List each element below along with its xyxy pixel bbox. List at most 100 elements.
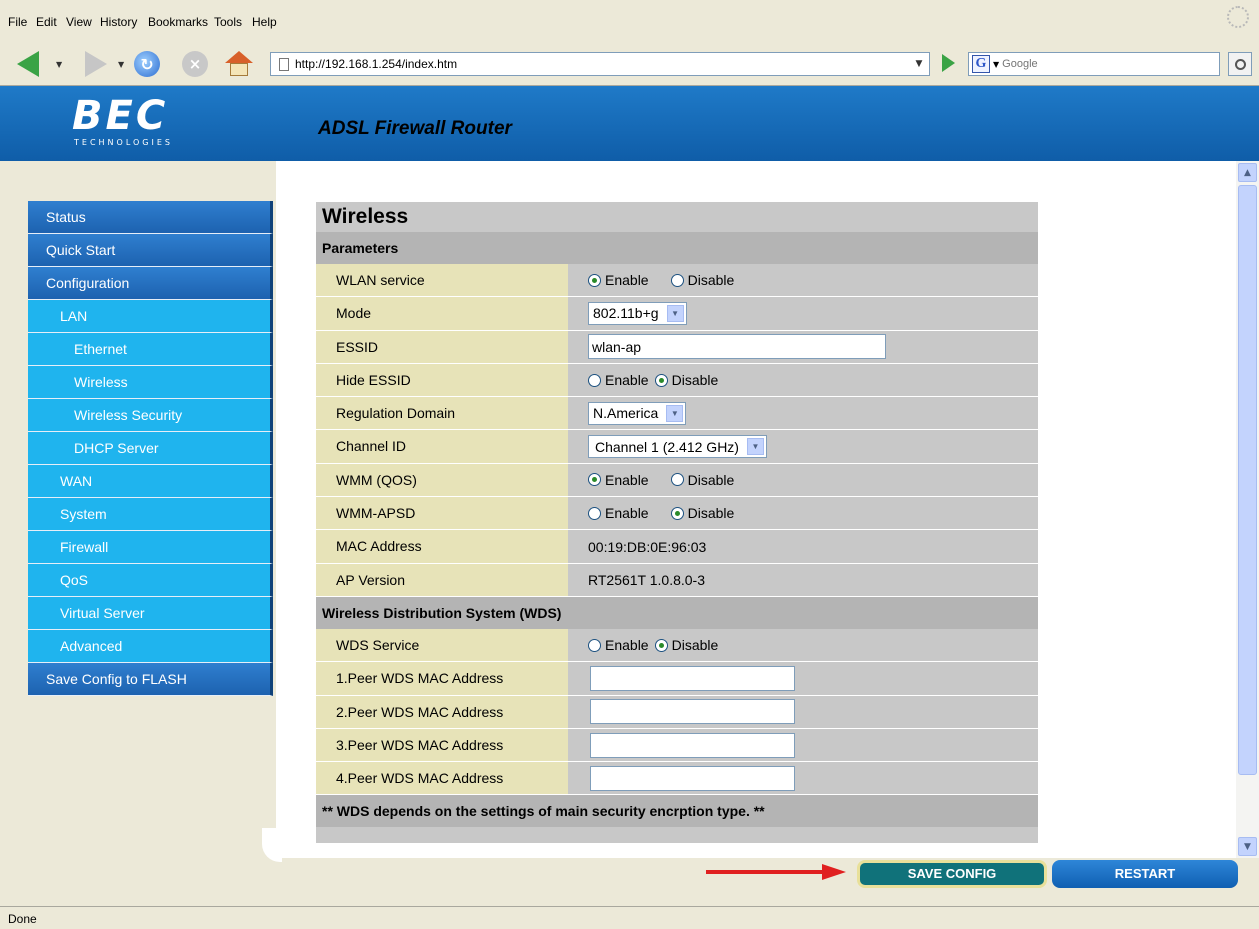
channel-id-select[interactable]: Channel 1 (2.412 GHz) ▼: [588, 435, 767, 459]
wmm-apsd-disable-radio[interactable]: Disable: [670, 505, 734, 521]
sidebar-item-save-config-flash[interactable]: Save Config to FLASH: [28, 663, 273, 696]
throbber-icon: [1227, 6, 1249, 28]
back-button[interactable]: [10, 50, 46, 78]
chevron-down-icon[interactable]: ▼: [746, 438, 764, 456]
search-input[interactable]: [1002, 58, 1219, 70]
reload-button[interactable]: ↻: [130, 50, 164, 78]
product-title: ADSL Firewall Router: [318, 118, 512, 139]
sidebar-item-dhcp-server[interactable]: DHCP Server: [28, 432, 273, 465]
peer-wds-1-input[interactable]: [590, 665, 795, 691]
sidebar-item-status[interactable]: Status: [28, 201, 273, 234]
radio-label: Enable: [605, 272, 649, 289]
search-button[interactable]: [1228, 52, 1252, 76]
peer-wds-4-input[interactable]: [590, 765, 795, 791]
engine-dropdown-icon[interactable]: ▼: [993, 60, 999, 69]
menu-file[interactable]: File: [8, 15, 27, 29]
address-bar[interactable]: ▼: [270, 52, 930, 76]
sidebar-item-virtual-server[interactable]: Virtual Server: [28, 597, 273, 630]
regulation-domain-select[interactable]: N.America ▼: [588, 401, 687, 425]
radio-checked-icon: [670, 506, 684, 520]
sidebar-item-system[interactable]: System: [28, 498, 273, 531]
back-history-dropdown-icon[interactable]: ▼: [56, 60, 62, 69]
mode-select[interactable]: 802.11b+g ▼: [588, 301, 687, 325]
browser-navbar: ▼ ▼ ↻ × ▼ G ▼: [0, 40, 1259, 86]
peer-wds-row: 2.Peer WDS MAC Address: [316, 695, 1038, 729]
stop-button[interactable]: ×: [178, 50, 212, 78]
scroll-down-icon[interactable]: ▼: [1238, 837, 1257, 856]
menu-edit[interactable]: Edit: [36, 15, 57, 29]
sidebar-item-wireless[interactable]: Wireless: [28, 366, 273, 399]
browser-statusbar: Done: [0, 906, 1259, 929]
sidebar-item-wan[interactable]: WAN: [28, 465, 273, 498]
peer-wds-2-input[interactable]: [590, 699, 795, 725]
search-box[interactable]: G ▼: [968, 52, 1220, 76]
wds-note: ** WDS depends on the settings of main s…: [316, 795, 1038, 828]
peer-wds-3-input[interactable]: [590, 732, 795, 758]
wmm-apsd-enable-radio[interactable]: Enable: [588, 505, 649, 521]
sidebar-item-advanced[interactable]: Advanced: [28, 630, 273, 663]
menu-help[interactable]: Help: [252, 15, 277, 29]
sidebar-item-firewall[interactable]: Firewall: [28, 531, 273, 564]
radio-checked-icon: [654, 638, 668, 652]
wmm-enable-radio[interactable]: Enable: [588, 472, 649, 488]
peer-wds-3-label: 3.Peer WDS MAC Address: [316, 728, 568, 763]
menu-tools[interactable]: Tools: [214, 15, 242, 29]
regulation-domain-label: Regulation Domain: [316, 397, 568, 431]
stop-icon: ×: [182, 51, 208, 77]
menu-bookmarks[interactable]: Bookmarks: [148, 15, 208, 29]
home-icon: [225, 51, 253, 77]
chevron-down-icon[interactable]: ▼: [666, 404, 684, 422]
browser-menubar: File Edit View History Bookmarks Tools H…: [0, 0, 1259, 40]
page-icon: [279, 57, 289, 71]
bec-logo: BEC: [72, 93, 169, 139]
restart-button[interactable]: RESTART: [1052, 860, 1238, 888]
scrollbar-thumb[interactable]: [1238, 185, 1257, 775]
reload-icon: ↻: [134, 51, 160, 77]
radio-label: Enable: [605, 637, 649, 654]
channel-id-row: Channel ID Channel 1 (2.412 GHz) ▼: [316, 430, 1038, 464]
radio-checked-icon: [588, 473, 601, 487]
wds-service-label: WDS Service: [316, 628, 568, 663]
status-text: Done: [8, 912, 37, 926]
sidebar-item-configuration[interactable]: Configuration: [28, 267, 273, 300]
peer-wds-4-label: 4.Peer WDS MAC Address: [316, 762, 568, 796]
hide-essid-enable-radio[interactable]: Enable: [588, 372, 649, 388]
regulation-domain-value: N.America: [593, 405, 659, 422]
go-icon[interactable]: [942, 54, 955, 72]
peer-wds-1-label: 1.Peer WDS MAC Address: [316, 662, 568, 696]
page-title: Wireless: [316, 202, 1038, 232]
mode-row: Mode 802.11b+g ▼: [316, 297, 1038, 331]
sidebar-item-wireless-security[interactable]: Wireless Security: [28, 399, 273, 432]
forward-history-dropdown-icon[interactable]: ▼: [118, 60, 124, 69]
sidebar-item-ethernet[interactable]: Ethernet: [28, 333, 273, 366]
wlan-service-disable-radio[interactable]: Disable: [670, 272, 734, 288]
home-button[interactable]: [222, 50, 256, 78]
forward-button[interactable]: [78, 50, 114, 78]
url-input[interactable]: [295, 57, 909, 71]
url-history-dropdown-icon[interactable]: ▼: [909, 59, 929, 69]
sidebar-nav: Status Quick Start Configuration LAN Eth…: [28, 201, 273, 696]
wmm-row: WMM (QOS) Enable Disable: [316, 463, 1038, 498]
sidebar-item-qos[interactable]: QoS: [28, 564, 273, 597]
essid-row: ESSID: [316, 330, 1038, 364]
router-header: BEC TECHNOLOGIES ADSL Firewall Router: [0, 86, 1259, 161]
sidebar-item-lan[interactable]: LAN: [28, 300, 273, 333]
vertical-scrollbar[interactable]: ▲ ▼: [1236, 161, 1259, 858]
wmm-disable-radio[interactable]: Disable: [670, 472, 734, 488]
save-config-button[interactable]: SAVE CONFIG: [857, 860, 1047, 888]
essid-input[interactable]: [588, 334, 886, 360]
scroll-up-icon[interactable]: ▲: [1238, 163, 1257, 182]
wlan-service-enable-radio[interactable]: Enable: [588, 272, 649, 288]
peer-wds-row: 3.Peer WDS MAC Address: [316, 728, 1038, 763]
wds-service-disable-radio[interactable]: Disable: [654, 637, 718, 653]
radio-label: Enable: [605, 471, 649, 488]
sidebar-item-quick-start[interactable]: Quick Start: [28, 234, 273, 267]
google-engine-icon[interactable]: G: [972, 55, 990, 73]
chevron-down-icon[interactable]: ▼: [666, 304, 684, 322]
hide-essid-disable-radio[interactable]: Disable: [654, 372, 718, 388]
bec-logo-subtitle: TECHNOLOGIES: [74, 138, 173, 147]
menu-view[interactable]: View: [66, 15, 92, 29]
hide-essid-row: Hide ESSID Enable Disable: [316, 363, 1038, 398]
menu-history[interactable]: History: [100, 15, 137, 29]
wds-service-enable-radio[interactable]: Enable: [588, 637, 649, 653]
